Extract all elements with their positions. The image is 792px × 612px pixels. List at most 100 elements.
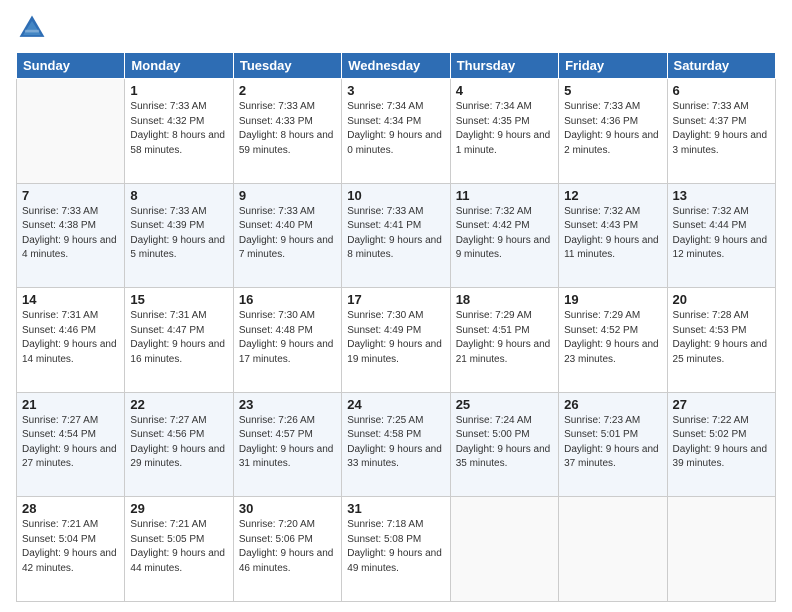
calendar-cell: 19Sunrise: 7:29 AMSunset: 4:52 PMDayligh… xyxy=(559,288,667,393)
calendar-cell xyxy=(17,79,125,184)
day-number: 15 xyxy=(130,292,227,307)
day-info: Sunrise: 7:30 AMSunset: 4:49 PMDaylight:… xyxy=(347,309,444,367)
week-row-3: 14Sunrise: 7:31 AMSunset: 4:46 PMDayligh… xyxy=(17,288,776,393)
day-info: Sunrise: 7:33 AMSunset: 4:37 PMDaylight:… xyxy=(673,100,770,158)
calendar-cell: 2 Sunrise: 7:33 AMSunset: 4:33 PMDaylight… xyxy=(233,79,341,184)
calendar-cell: 23 Sunrise: 7:26 AMSunset: 4:57 PMDayligh… xyxy=(233,392,341,497)
calendar-cell: 8Sunrise: 7:33 AMSunset: 4:39 PMDaylight… xyxy=(125,183,233,288)
calendar-cell: 30 Sunrise: 7:20 AMSunset: 5:06 PMDayligh… xyxy=(233,497,341,602)
calendar-cell: 7 Sunrise: 7:33 AMSunset: 4:38 PMDaylight… xyxy=(17,183,125,288)
calendar-cell: 4 Sunrise: 7:34 AMSunset: 4:35 PMDaylight… xyxy=(450,79,558,184)
day-info: Sunrise: 7:29 AMSunset: 4:52 PMDaylight:… xyxy=(564,309,661,367)
calendar-cell: 21 Sunrise: 7:27 AMSunset: 4:54 PMDayligh… xyxy=(17,392,125,497)
calendar-cell: 3 Sunrise: 7:34 AMSunset: 4:34 PMDaylight… xyxy=(342,79,450,184)
day-number: 29 xyxy=(130,501,227,516)
calendar-cell: 22 Sunrise: 7:27 AMSunset: 4:56 PMDayligh… xyxy=(125,392,233,497)
day-info: Sunrise: 7:20 AMSunset: 5:06 PMDaylight:… xyxy=(239,518,336,576)
day-number: 2 xyxy=(239,83,336,98)
day-number: 7 xyxy=(22,188,119,203)
day-number: 31 xyxy=(347,501,444,516)
day-number: 26 xyxy=(564,397,661,412)
day-info: Sunrise: 7:34 AMSunset: 4:34 PMDaylight:… xyxy=(347,100,444,158)
calendar-cell: 13 Sunrise: 7:32 AMSunset: 4:44 PMDayligh… xyxy=(667,183,775,288)
day-info: Sunrise: 7:30 AMSunset: 4:48 PMDaylight:… xyxy=(239,309,336,367)
day-info: Sunrise: 7:29 AMSunset: 4:51 PMDaylight:… xyxy=(456,309,553,367)
calendar-cell: 31 Sunrise: 7:18 AMSunset: 5:08 PMDayligh… xyxy=(342,497,450,602)
day-number: 13 xyxy=(673,188,770,203)
day-info: Sunrise: 7:32 AMSunset: 4:44 PMDaylight:… xyxy=(673,205,770,263)
weekday-header-row: SundayMondayTuesdayWednesdayThursdayFrid… xyxy=(17,53,776,79)
day-info: Sunrise: 7:32 AMSunset: 4:43 PMDaylight:… xyxy=(564,205,661,263)
day-number: 10 xyxy=(347,188,444,203)
day-number: 9 xyxy=(239,188,336,203)
day-info: Sunrise: 7:27 AMSunset: 4:56 PMDaylight:… xyxy=(130,414,227,472)
calendar-cell: 1 Sunrise: 7:33 AMSunset: 4:32 PMDaylight… xyxy=(125,79,233,184)
weekday-header-wednesday: Wednesday xyxy=(342,53,450,79)
day-info: Sunrise: 7:31 AMSunset: 4:47 PMDaylight:… xyxy=(130,309,227,367)
weekday-header-saturday: Saturday xyxy=(667,53,775,79)
calendar-cell: 24 Sunrise: 7:25 AMSunset: 4:58 PMDayligh… xyxy=(342,392,450,497)
day-number: 30 xyxy=(239,501,336,516)
weekday-header-friday: Friday xyxy=(559,53,667,79)
day-info: Sunrise: 7:33 AMSunset: 4:41 PMDaylight:… xyxy=(347,205,444,263)
day-number: 21 xyxy=(22,397,119,412)
day-number: 24 xyxy=(347,397,444,412)
day-info: Sunrise: 7:34 AMSunset: 4:35 PMDaylight:… xyxy=(456,100,553,158)
calendar-cell: 18 Sunrise: 7:29 AMSunset: 4:51 PMDayligh… xyxy=(450,288,558,393)
calendar-cell: 16 Sunrise: 7:30 AMSunset: 4:48 PMDayligh… xyxy=(233,288,341,393)
header xyxy=(16,12,776,44)
day-info: Sunrise: 7:18 AMSunset: 5:08 PMDaylight:… xyxy=(347,518,444,576)
day-number: 18 xyxy=(456,292,553,307)
day-info: Sunrise: 7:33 AMSunset: 4:33 PMDaylight:… xyxy=(239,100,336,158)
calendar-cell: 9 Sunrise: 7:33 AMSunset: 4:40 PMDaylight… xyxy=(233,183,341,288)
day-number: 4 xyxy=(456,83,553,98)
logo xyxy=(16,12,52,44)
day-info: Sunrise: 7:25 AMSunset: 4:58 PMDaylight:… xyxy=(347,414,444,472)
week-row-2: 7 Sunrise: 7:33 AMSunset: 4:38 PMDaylight… xyxy=(17,183,776,288)
week-row-4: 21 Sunrise: 7:27 AMSunset: 4:54 PMDayligh… xyxy=(17,392,776,497)
day-info: Sunrise: 7:22 AMSunset: 5:02 PMDaylight:… xyxy=(673,414,770,472)
day-number: 12 xyxy=(564,188,661,203)
logo-icon xyxy=(16,12,48,44)
calendar-cell: 25 Sunrise: 7:24 AMSunset: 5:00 PMDayligh… xyxy=(450,392,558,497)
weekday-header-monday: Monday xyxy=(125,53,233,79)
day-info: Sunrise: 7:33 AMSunset: 4:36 PMDaylight:… xyxy=(564,100,661,158)
weekday-header-sunday: Sunday xyxy=(17,53,125,79)
day-number: 17 xyxy=(347,292,444,307)
calendar-cell xyxy=(667,497,775,602)
day-number: 5 xyxy=(564,83,661,98)
calendar-cell: 5 Sunrise: 7:33 AMSunset: 4:36 PMDaylight… xyxy=(559,79,667,184)
page: SundayMondayTuesdayWednesdayThursdayFrid… xyxy=(0,0,792,612)
day-info: Sunrise: 7:21 AMSunset: 5:04 PMDaylight:… xyxy=(22,518,119,576)
day-info: Sunrise: 7:27 AMSunset: 4:54 PMDaylight:… xyxy=(22,414,119,472)
weekday-header-tuesday: Tuesday xyxy=(233,53,341,79)
day-info: Sunrise: 7:24 AMSunset: 5:00 PMDaylight:… xyxy=(456,414,553,472)
calendar-cell: 14Sunrise: 7:31 AMSunset: 4:46 PMDayligh… xyxy=(17,288,125,393)
calendar-cell: 29 Sunrise: 7:21 AMSunset: 5:05 PMDayligh… xyxy=(125,497,233,602)
calendar-cell xyxy=(450,497,558,602)
day-info: Sunrise: 7:21 AMSunset: 5:05 PMDaylight:… xyxy=(130,518,227,576)
day-info: Sunrise: 7:26 AMSunset: 4:57 PMDaylight:… xyxy=(239,414,336,472)
day-info: Sunrise: 7:32 AMSunset: 4:42 PMDaylight:… xyxy=(456,205,553,263)
week-row-1: 1 Sunrise: 7:33 AMSunset: 4:32 PMDaylight… xyxy=(17,79,776,184)
day-number: 16 xyxy=(239,292,336,307)
day-info: Sunrise: 7:33 AMSunset: 4:32 PMDaylight:… xyxy=(130,100,227,158)
day-number: 22 xyxy=(130,397,227,412)
day-number: 3 xyxy=(347,83,444,98)
day-number: 1 xyxy=(130,83,227,98)
day-info: Sunrise: 7:28 AMSunset: 4:53 PMDaylight:… xyxy=(673,309,770,367)
day-info: Sunrise: 7:23 AMSunset: 5:01 PMDaylight:… xyxy=(564,414,661,472)
day-info: Sunrise: 7:31 AMSunset: 4:46 PMDaylight:… xyxy=(22,309,119,367)
calendar-cell: 11 Sunrise: 7:32 AMSunset: 4:42 PMDayligh… xyxy=(450,183,558,288)
calendar-cell: 15 Sunrise: 7:31 AMSunset: 4:47 PMDayligh… xyxy=(125,288,233,393)
day-info: Sunrise: 7:33 AMSunset: 4:38 PMDaylight:… xyxy=(22,205,119,263)
calendar-cell: 12 Sunrise: 7:32 AMSunset: 4:43 PMDayligh… xyxy=(559,183,667,288)
calendar-cell: 17 Sunrise: 7:30 AMSunset: 4:49 PMDayligh… xyxy=(342,288,450,393)
day-number: 23 xyxy=(239,397,336,412)
day-info: Sunrise: 7:33 AMSunset: 4:40 PMDaylight:… xyxy=(239,205,336,263)
day-number: 8 xyxy=(130,188,227,203)
calendar-cell: 10 Sunrise: 7:33 AMSunset: 4:41 PMDayligh… xyxy=(342,183,450,288)
calendar-cell: 6Sunrise: 7:33 AMSunset: 4:37 PMDaylight… xyxy=(667,79,775,184)
day-number: 25 xyxy=(456,397,553,412)
day-number: 11 xyxy=(456,188,553,203)
